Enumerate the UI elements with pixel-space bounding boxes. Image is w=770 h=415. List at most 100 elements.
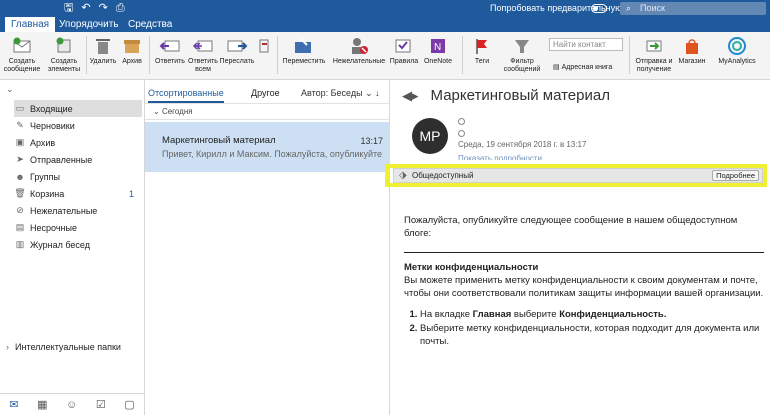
recipient-presence-icon [458,130,465,137]
folder-clutter[interactable]: ▤ Несрочные [14,219,142,236]
tab-organize[interactable]: Упорядочить [59,17,119,32]
junk-button[interactable]: Нежелательные [332,34,386,66]
new-items-button[interactable]: Создать элементы [45,34,83,74]
reply-all-icon [192,34,214,58]
attachment-button[interactable] [257,34,271,58]
notes-icon[interactable]: ▢ [124,398,134,411]
delete-button[interactable]: Удалить [88,34,118,66]
new-items-icon [54,34,74,58]
folder-trash[interactable]: 🗑 Корзина 1 [14,185,142,202]
onenote-icon: N [429,34,447,58]
preview-toggle[interactable] [591,4,607,13]
tab-home[interactable]: Главная [5,17,56,32]
flag-icon [474,34,490,58]
forward-icon [226,34,248,58]
groups-icon: ☻ [15,171,25,182]
smart-folders[interactable]: › Интеллектуальные папки [6,342,121,352]
search-input[interactable]: ⌕ Поиск [620,2,766,15]
redo-icon[interactable]: ↷ [99,3,108,14]
tab-tools[interactable]: Средства [128,17,172,32]
rules-button[interactable]: Правила [389,34,419,66]
folder-junk[interactable]: ⊘ Нежелательные [14,202,142,219]
tab-other[interactable]: Другое [251,88,280,98]
myanalytics-icon [727,34,747,58]
body-paragraph: Вы можете применить метку конфиденциальн… [404,275,764,299]
people-icon[interactable]: ☺ [66,399,77,411]
new-email-icon [12,34,32,58]
conversation-history-icon: ▥ [15,239,25,249]
filter-icon [513,34,531,58]
calendar-icon[interactable]: ▦ [37,398,47,411]
message-preview: Привет, Кирилл и Максим. Пожалуйста, опу… [162,149,382,159]
folder-label: Журнал бесед [30,239,90,250]
message-date: Среда, 19 сентября 2018 г. в 13:17 [458,140,587,149]
folder-conversation-history[interactable]: ▥ Журнал бесед [14,236,142,253]
sender-presence-icon [458,118,465,125]
folder-label: Корзина [30,188,65,199]
sent-icon: ➤ [16,154,24,164]
ribbon: Создать сообщение Создать элементы Удали… [0,32,770,80]
folder-label: Несрочные [30,222,77,233]
message-item[interactable]: Маркетинговый материал 13:17 Привет, Кир… [145,122,390,172]
filter-button[interactable]: Фильтр сообщений [500,34,544,74]
folder-sent[interactable]: ➤ Отправленные [14,151,142,168]
address-book-button[interactable]: ▤ Адресная книга [553,63,612,71]
folder-pane: ⌄ ▭ Входящие ✎ Черновики ▣ Архив ➤ Отправленные… [0,80,145,393]
rules-icon [394,34,414,58]
mail-icon[interactable]: ✉ [9,398,18,411]
forward-button[interactable]: Переслать [218,34,256,66]
tab-focused[interactable]: Отсортированные [148,88,224,103]
folder-label: Черновики [30,120,75,131]
reply-button[interactable]: Ответить [152,34,188,66]
folder-drafts[interactable]: ✎ Черновики [14,117,142,134]
folder-label: Отправленные [30,154,93,165]
title-bar: 🖫 ↶ ↷ ⎙ Попробовать предварительную верс… [0,0,770,17]
message-time: 13:17 [360,136,383,146]
folder-archive[interactable]: ▣ Архив [14,134,142,151]
tags-button[interactable]: Теги [467,34,497,66]
group-header-today[interactable]: ⌄ Сегодня [145,104,390,120]
ribbon-tabs: Главная Упорядочить Средства [0,17,770,32]
message-subject: Маркетинговый материал [162,135,276,146]
send-receive-button[interactable]: Отправка и получение [632,34,676,74]
folder-groups[interactable]: ☻ Группы [14,168,142,185]
archive-icon [123,34,141,58]
reading-pane: ◀▸ Маркетинговый материал MP Среда, 19 с… [390,80,770,415]
undo-icon[interactable]: ↶ [81,3,90,14]
svg-text:N: N [434,42,441,53]
steps-list: На вкладке Главная выберите Конфиденциал… [420,308,764,348]
onenote-button[interactable]: N OneNote [421,34,455,66]
collapse-chevron-icon: ⌄ [153,107,162,116]
list-item: На вкладке Главная выберите Конфиденциал… [420,308,764,321]
print-icon[interactable]: ⎙ [116,3,125,14]
reply-all-button[interactable]: Ответить всем [186,34,220,74]
module-switcher: ✉ ▦ ☺ ☑ ▢ [0,393,145,415]
new-email-button[interactable]: Создать сообщение [3,34,41,74]
sort-direction-icon[interactable]: ↓ [375,88,380,98]
drafts-icon: ✎ [16,120,24,130]
show-details-link[interactable]: Показать подробности [458,154,542,160]
archive-icon: ▣ [15,137,25,147]
folder-label: Архив [30,137,56,148]
tasks-icon[interactable]: ☑ [96,398,106,411]
store-button[interactable]: Магазин [677,34,707,66]
divider [404,252,764,253]
reply-icon [159,34,181,58]
highlight-box [385,164,767,187]
collapse-chevron-icon[interactable]: ⌄ [6,84,14,95]
myanalytics-button[interactable]: MyAnalytics [713,34,761,66]
folder-label: Входящие [30,103,73,114]
folder-inbox[interactable]: ▭ Входящие [14,100,142,117]
archive-button[interactable]: Архив [119,34,145,66]
folder-label: Группы [30,171,60,182]
unread-count: 1 [128,188,134,199]
body-intro: Пожалуйста, опубликуйте следующее сообще… [404,215,738,239]
body-heading: Метки конфиденциальности [404,262,539,273]
find-contact-input[interactable]: Найти контакт [549,38,623,51]
search-icon: ⌕ [626,3,632,13]
save-icon[interactable]: 🖫 [64,3,73,14]
sort-by-dropdown[interactable]: Автор: Беседы ⌄ ↓ [301,88,380,99]
chevron-down-icon: ⌄ [365,88,373,98]
move-button[interactable]: Переместить [280,34,328,66]
conversation-icon[interactable]: ◀▸ [402,88,419,104]
